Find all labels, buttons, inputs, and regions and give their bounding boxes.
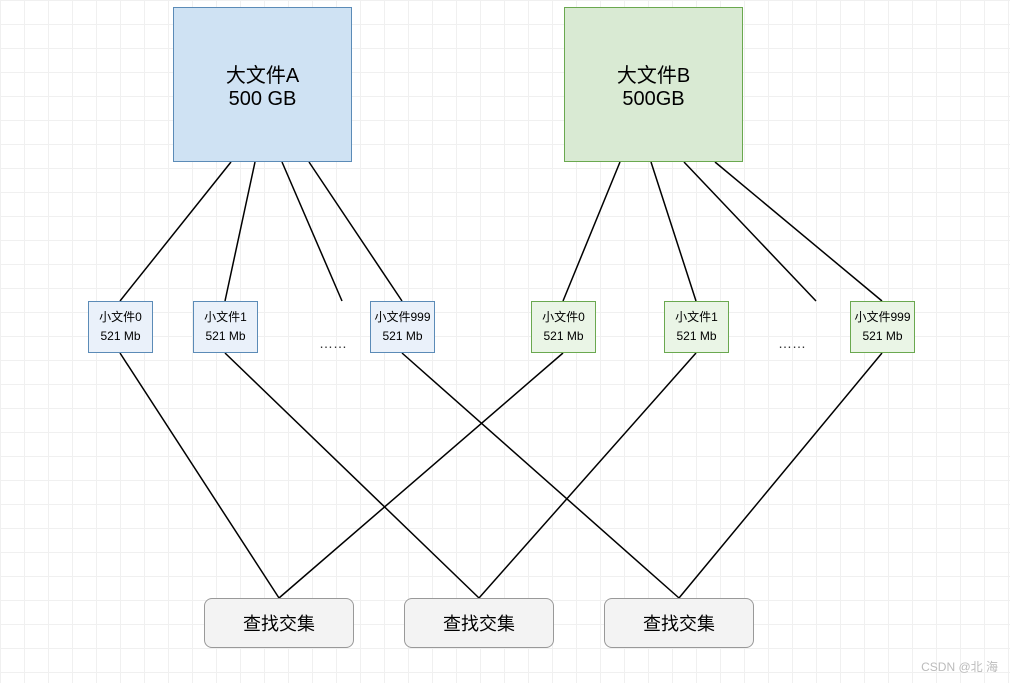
small-file-a-0[interactable]: 小文件0 521 Mb [88,301,153,353]
result-label: 查找交集 [643,610,715,636]
result-box-3[interactable]: 查找交集 [604,598,754,648]
small-file-a-999[interactable]: 小文件999 521 Mb [370,301,435,353]
big-file-b-name: 大文件B [617,59,690,88]
big-file-a-size: 500 GB [229,88,297,111]
small-file-size: 521 Mb [676,327,716,346]
result-box-1[interactable]: 查找交集 [204,598,354,648]
big-file-a[interactable]: 大文件A 500 GB [173,7,352,162]
big-file-b[interactable]: 大文件B 500GB [564,7,743,162]
small-file-size: 521 Mb [543,327,583,346]
small-file-b-999[interactable]: 小文件999 521 Mb [850,301,915,353]
big-file-a-name: 大文件A [226,59,299,88]
small-file-b-0[interactable]: 小文件0 521 Mb [531,301,596,353]
small-file-a-1[interactable]: 小文件1 521 Mb [193,301,258,353]
ellipsis-b: …… [778,335,806,351]
small-file-size: 521 Mb [382,327,422,346]
small-file-label: 小文件1 [675,308,718,327]
result-box-2[interactable]: 查找交集 [404,598,554,648]
small-file-size: 521 Mb [100,327,140,346]
watermark: CSDN @北 海 [921,658,998,675]
small-file-size: 521 Mb [862,327,902,346]
result-label: 查找交集 [243,610,315,636]
small-file-b-1[interactable]: 小文件1 521 Mb [664,301,729,353]
small-file-label: 小文件999 [854,308,910,327]
big-file-b-size: 500GB [622,88,684,111]
small-file-size: 521 Mb [205,327,245,346]
small-file-label: 小文件0 [99,308,142,327]
small-file-label: 小文件0 [542,308,585,327]
small-file-label: 小文件999 [374,308,430,327]
result-label: 查找交集 [443,610,515,636]
ellipsis-a: …… [319,335,347,351]
small-file-label: 小文件1 [204,308,247,327]
